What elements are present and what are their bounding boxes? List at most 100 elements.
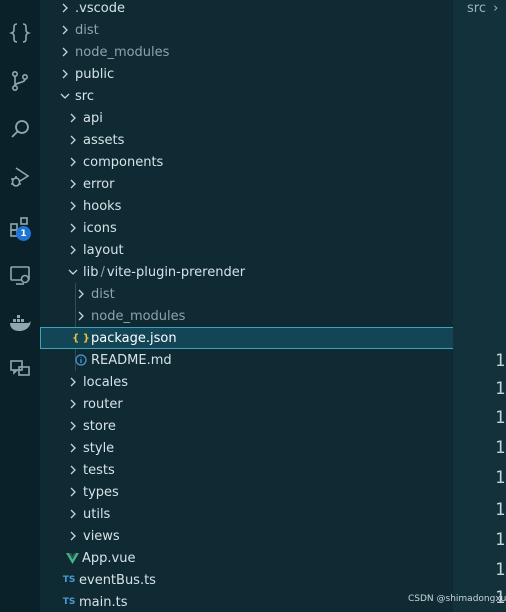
tree-file-eventbus-ts[interactable]: TS eventBus.ts (40, 569, 453, 591)
chevron-right-icon (57, 22, 73, 38)
tree-folder-style[interactable]: style (40, 437, 453, 459)
chevron-right-icon (65, 242, 81, 258)
tree-item-label: error (83, 176, 115, 192)
tree-item-label: README.md (91, 352, 172, 368)
extensions-badge: 1 (16, 226, 31, 241)
tree-file-main-ts[interactable]: TS main.ts (40, 591, 453, 612)
tree-folder-locales[interactable]: locales (40, 371, 453, 393)
chevron-right-icon: › (493, 1, 499, 16)
tree-item-label-suffix: vite-plugin-prerender (106, 264, 246, 280)
braces-icon[interactable] (5, 18, 35, 48)
tree-file-readme[interactable]: README.md (40, 349, 453, 371)
path-separator: / (100, 264, 105, 280)
run-debug-icon[interactable] (5, 162, 35, 192)
tree-item-label: types (83, 484, 119, 500)
tree-folder-src[interactable]: src (40, 85, 453, 107)
tree-folder-types[interactable]: types (40, 481, 453, 503)
comments-icon[interactable] (5, 354, 35, 384)
tree-folder-vscode[interactable]: .vscode (40, 0, 453, 19)
tree-folder-public[interactable]: public (40, 63, 453, 85)
docker-icon[interactable] (5, 308, 35, 338)
chevron-right-icon (65, 110, 81, 126)
chevron-right-icon (65, 374, 81, 390)
tree-folder-components[interactable]: components (40, 151, 453, 173)
line-number: 1 (495, 560, 506, 580)
tree-item-label: style (83, 440, 115, 456)
tree-item-label: icons (83, 220, 117, 236)
activity-bar: 1 (0, 0, 40, 612)
editor-area[interactable]: src › 1 1 1 1 1 1 1 1 1 (453, 0, 506, 612)
chevron-right-icon (65, 176, 81, 192)
tree-item-label: node_modules (91, 308, 186, 324)
chevron-right-icon (65, 440, 81, 456)
source-control-icon[interactable] (5, 66, 35, 96)
tree-item-label: src (75, 88, 94, 104)
chevron-right-icon (73, 286, 89, 302)
tree-folder-tests[interactable]: tests (40, 459, 453, 481)
typescript-icon: TS (62, 575, 76, 585)
tree-folder-store[interactable]: store (40, 415, 453, 437)
explorer-panel: .vscode dist node_modules public src api… (40, 0, 453, 612)
breadcrumb[interactable]: src › (467, 1, 498, 16)
chevron-right-icon (65, 220, 81, 236)
tree-folder-utils[interactable]: utils (40, 503, 453, 525)
chevron-right-icon (65, 198, 81, 214)
tree-item-label: eventBus.ts (79, 572, 156, 588)
line-number: 1 (495, 351, 506, 371)
tree-item-label: .vscode (75, 0, 125, 16)
tree-folder-error[interactable]: error (40, 173, 453, 195)
tree-folder-layout[interactable]: layout (40, 239, 453, 261)
chevron-right-icon (73, 308, 89, 324)
json-file-icon: { } (72, 332, 90, 344)
chevron-right-icon (65, 484, 81, 500)
chevron-right-icon (65, 132, 81, 148)
tree-item-label: locales (83, 374, 129, 390)
tree-folder-hooks[interactable]: hooks (40, 195, 453, 217)
tree-item-label: views (83, 528, 120, 544)
tree-item-label: tests (83, 462, 115, 478)
tree-folder-api[interactable]: api (40, 107, 453, 129)
tree-folder-lib-dist[interactable]: dist (40, 283, 453, 305)
chevron-right-icon (57, 0, 73, 16)
tree-folder-assets[interactable]: assets (40, 129, 453, 151)
tree-item-label: utils (83, 506, 111, 522)
chevron-right-icon (57, 44, 73, 60)
remote-explorer-icon[interactable] (5, 260, 35, 290)
tree-folder-lib-vite-plugin-prerender[interactable]: lib / vite-plugin-prerender (40, 261, 453, 283)
tree-item-label: main.ts (79, 594, 128, 610)
tree-folder-views[interactable]: views (40, 525, 453, 547)
tree-item-label: layout (83, 242, 124, 258)
tree-file-package-json[interactable]: { } package.json (40, 327, 453, 349)
tree-item-label: router (83, 396, 123, 412)
tree-item-label: dist (75, 22, 99, 38)
chevron-down-icon (65, 264, 81, 280)
typescript-icon: TS (62, 597, 76, 607)
tree-folder-lib-node-modules[interactable]: node_modules (40, 305, 453, 327)
info-icon (73, 352, 89, 368)
watermark: CSDN @shimadongxue (408, 594, 506, 604)
line-number: 1 (495, 530, 506, 550)
tree-item-label: lib (83, 264, 99, 280)
tree-item-label: node_modules (75, 44, 170, 60)
tree-item-label: dist (91, 286, 115, 302)
tree-folder-icons[interactable]: icons (40, 217, 453, 239)
line-number: 1 (495, 468, 506, 488)
tree-file-app-vue[interactable]: App.vue (40, 547, 453, 569)
tree-item-label: package.json (91, 330, 177, 346)
chevron-right-icon (65, 462, 81, 478)
line-number: 1 (495, 379, 506, 399)
chevron-right-icon (65, 154, 81, 170)
vue-icon (64, 550, 80, 566)
chevron-right-icon (65, 528, 81, 544)
breadcrumb-item[interactable]: src (467, 1, 486, 16)
tree-folder-dist[interactable]: dist (40, 19, 453, 41)
tree-item-label: api (83, 110, 103, 126)
search-icon[interactable] (5, 114, 35, 144)
tree-item-label: public (75, 66, 115, 82)
chevron-right-icon (65, 506, 81, 522)
line-number: 1 (495, 500, 506, 520)
tree-item-label: components (83, 154, 164, 170)
tree-folder-node-modules[interactable]: node_modules (40, 41, 453, 63)
tree-folder-router[interactable]: router (40, 393, 453, 415)
line-number: 1 (495, 408, 506, 428)
